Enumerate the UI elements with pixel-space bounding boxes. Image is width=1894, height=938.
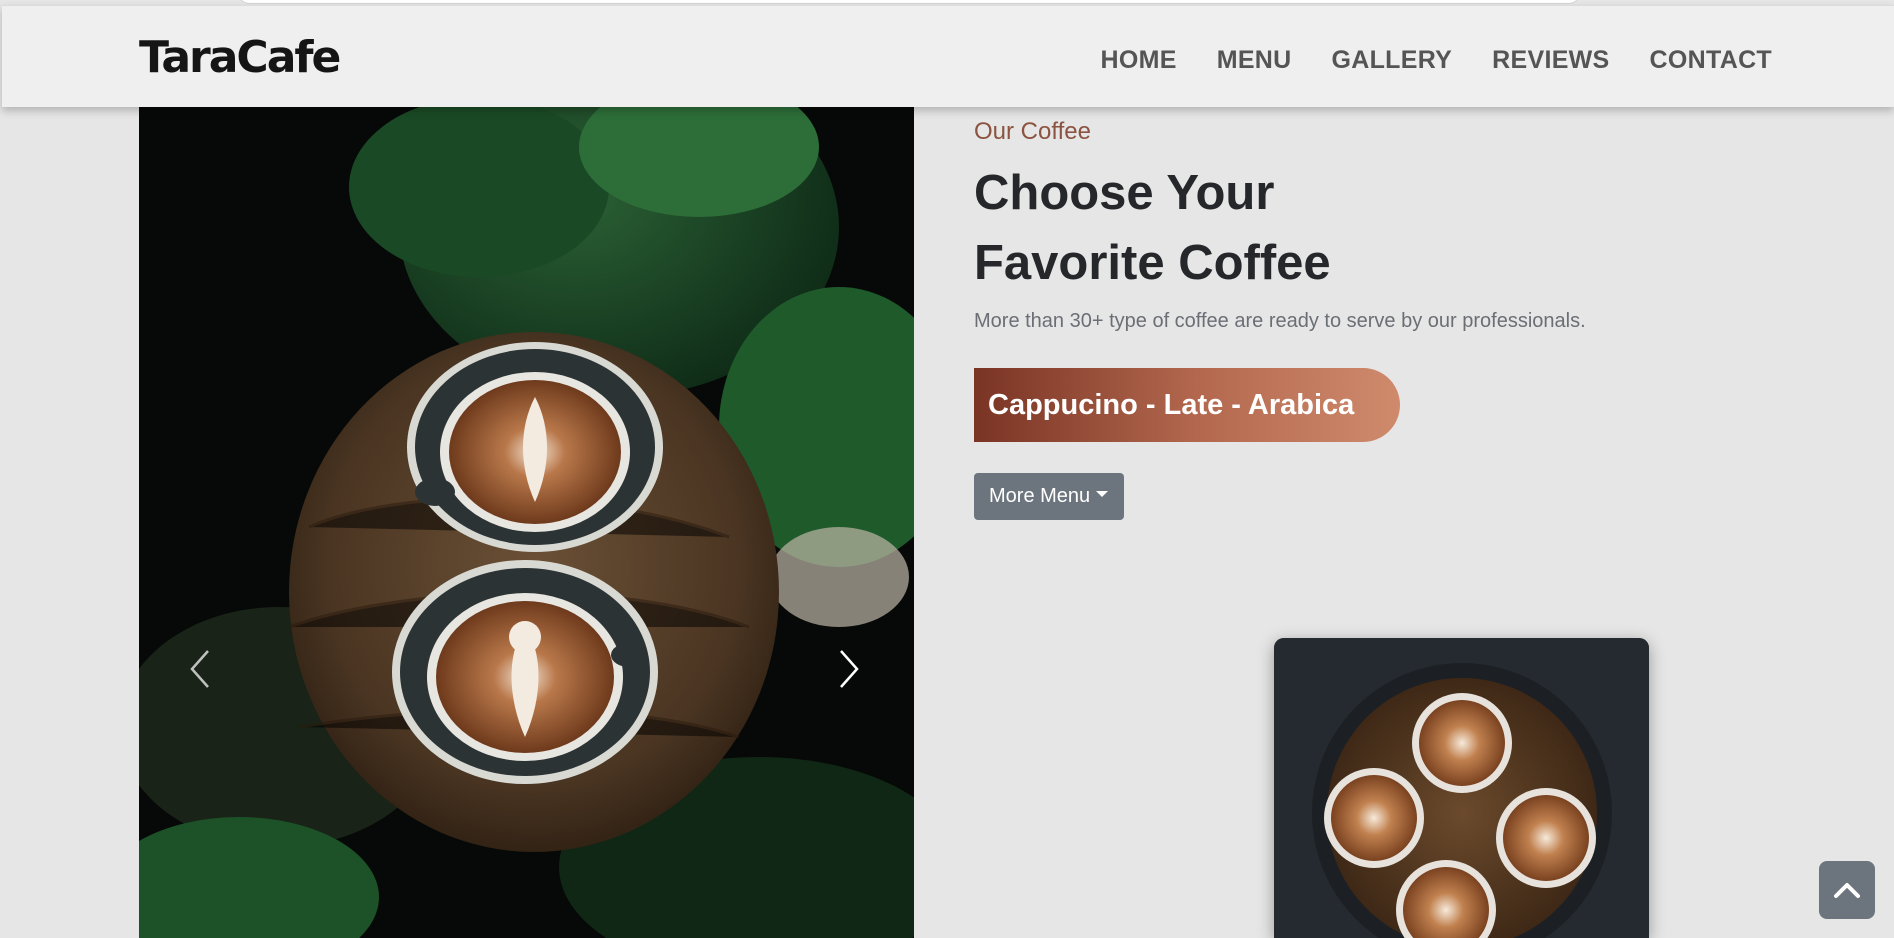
nav-reviews[interactable]: REVIEWS xyxy=(1492,46,1609,75)
page-title: Choose Your Favorite Coffee xyxy=(974,158,1674,298)
chevron-right-icon xyxy=(840,650,859,688)
nav-menu[interactable]: MENU xyxy=(1217,46,1292,75)
carousel-prev-button[interactable] xyxy=(186,647,216,691)
brand-logo[interactable]: TaraCafe xyxy=(139,32,341,83)
back-to-top-button[interactable] xyxy=(1819,861,1875,919)
dropdown-label: More Menu xyxy=(989,485,1091,507)
hero-content: Our Coffee Choose Your Favorite Coffee M… xyxy=(974,118,1674,520)
title-line-1: Choose Your xyxy=(974,166,1275,220)
image-carousel xyxy=(139,107,914,938)
nav-contact[interactable]: CONTACT xyxy=(1650,46,1772,75)
caret-down-icon xyxy=(1096,490,1109,497)
main-nav: HOME MENU GALLERY REVIEWS CONTACT xyxy=(1101,46,1773,75)
carousel-next-button[interactable] xyxy=(833,647,863,691)
coffee-photo-card xyxy=(1274,638,1649,938)
coffee-types-banner: Cappucino - Late - Arabica xyxy=(974,368,1400,442)
section-eyebrow: Our Coffee xyxy=(974,118,1091,145)
more-menu-dropdown[interactable]: More Menu xyxy=(974,473,1124,520)
carousel-coffee-image xyxy=(139,107,914,938)
nav-gallery[interactable]: GALLERY xyxy=(1332,46,1453,75)
hero-description: More than 30+ type of coffee are ready t… xyxy=(974,310,1586,332)
browser-top-strip xyxy=(236,0,1582,4)
title-line-2: Favorite Coffee xyxy=(974,236,1331,290)
nav-home[interactable]: HOME xyxy=(1101,46,1177,75)
card-coffee-image xyxy=(1274,638,1649,938)
chevron-left-icon xyxy=(190,650,209,688)
chevron-up-icon xyxy=(1834,883,1860,898)
navbar: TaraCafe HOME MENU GALLERY REVIEWS CONTA… xyxy=(2,5,1894,107)
